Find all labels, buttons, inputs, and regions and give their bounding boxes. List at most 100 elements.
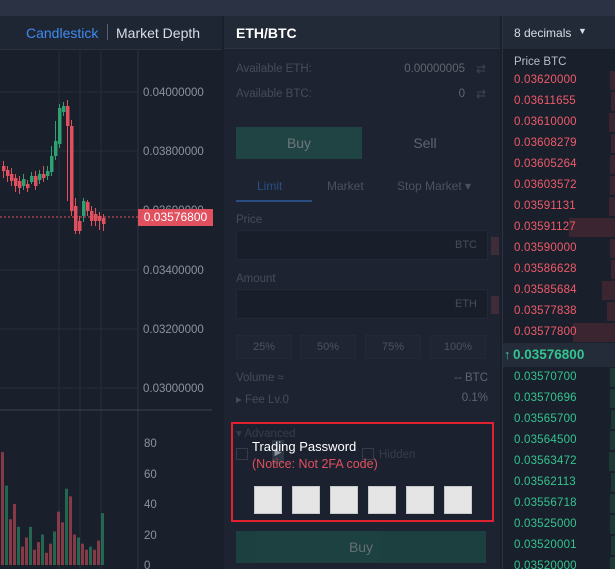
volume-bar — [97, 540, 100, 565]
chart-panel: 0.040000000.038000000.036000000.03400000… — [0, 16, 222, 569]
volume-bar — [13, 504, 16, 565]
candle-body — [66, 106, 70, 126]
depth-bar — [609, 197, 615, 216]
ask-price: 0.03586628 — [514, 263, 577, 275]
ask-row[interactable]: 0.03577838 — [503, 301, 615, 322]
ask-row[interactable]: 0.03591127 — [503, 217, 615, 238]
volume-bar — [61, 522, 64, 565]
order-type-limit[interactable]: Limit — [257, 179, 282, 193]
bid-row[interactable]: 0.03564500 — [503, 430, 615, 451]
depth-bar — [610, 515, 615, 534]
tab-candlestick[interactable]: Candlestick — [26, 25, 98, 41]
bid-row[interactable]: 0.03562113 — [503, 472, 615, 493]
last-price: 0.03576800 — [513, 347, 585, 362]
volume-bar — [41, 534, 44, 565]
bid-row[interactable]: 0.03570696 — [503, 388, 615, 409]
tab-market-depth[interactable]: Market Depth — [116, 25, 200, 41]
depth-bar — [611, 536, 615, 555]
pin-digit-4[interactable] — [368, 486, 396, 514]
pin-digit-6[interactable] — [444, 486, 472, 514]
ask-row[interactable]: 0.03610000 — [503, 112, 615, 133]
percent-25-button[interactable]: 25% — [236, 335, 292, 359]
price-axis-label: 0.03200000 — [143, 324, 204, 336]
order-book: 8 decimals ▼ Price BTC 0.03620000 0.03611… — [502, 16, 615, 569]
amount-input[interactable]: ETH — [236, 289, 499, 319]
bid-row[interactable]: 0.03565700 — [503, 409, 615, 430]
percent-50-button[interactable]: 50% — [300, 335, 356, 359]
candlestick-chart[interactable]: 0.040000000.038000000.036000000.03400000… — [0, 16, 222, 569]
swap-icon[interactable]: ⇄ — [476, 62, 486, 76]
bid-row[interactable]: 0.03520000 — [503, 556, 615, 569]
ask-row[interactable]: 0.03585684 — [503, 280, 615, 301]
ask-row[interactable]: 0.03603572 — [503, 175, 615, 196]
depth-bar — [602, 281, 615, 300]
order-type-market[interactable]: Market — [327, 179, 364, 193]
percent-100-button[interactable]: 100% — [430, 335, 486, 359]
decimals-select[interactable]: 8 decimals — [514, 26, 571, 40]
volume-axis-label: 20 — [144, 530, 157, 542]
volume-bar — [77, 537, 80, 565]
depth-bar — [610, 368, 615, 387]
volume-bar — [73, 534, 76, 565]
ask-row[interactable]: 0.03611655 — [503, 91, 615, 112]
candle-body — [86, 202, 90, 211]
fee-value: 0.1% — [461, 392, 488, 404]
last-price-tag: 0.03576800 — [138, 209, 213, 226]
percent-75-button[interactable]: 75% — [365, 335, 421, 359]
depth-bar — [610, 176, 615, 195]
price-column-header: Price BTC — [514, 56, 567, 68]
candle-body — [38, 174, 42, 180]
depth-bar — [610, 494, 615, 513]
buy-submit-button[interactable]: Buy — [236, 531, 486, 563]
ask-price: 0.03603572 — [514, 179, 577, 191]
ask-price: 0.03591131 — [514, 200, 576, 212]
ask-row[interactable]: 0.03577800 — [503, 322, 615, 343]
candle-body — [22, 179, 26, 186]
candle-body — [14, 178, 18, 186]
depth-bar — [609, 452, 615, 471]
candle-body — [34, 176, 38, 186]
depth-bar — [607, 302, 615, 321]
bid-row[interactable]: 0.03520001 — [503, 535, 615, 556]
bid-row[interactable]: 0.03570700 — [503, 367, 615, 388]
volume-bar — [45, 552, 48, 565]
pin-digit-2[interactable] — [292, 486, 320, 514]
candle-body — [6, 170, 10, 176]
depth-bar — [610, 557, 615, 569]
ask-price: 0.03590000 — [514, 242, 577, 254]
bid-row[interactable]: 0.03556718 — [503, 493, 615, 514]
ask-row[interactable]: 0.03591131 — [503, 196, 615, 217]
order-type-stop-market[interactable]: Stop Market ▾ — [397, 179, 471, 193]
bid-row[interactable]: 0.03563472 — [503, 451, 615, 472]
depth-bar — [610, 431, 615, 450]
buy-tab[interactable]: Buy — [236, 127, 362, 159]
volume-label: Volume ≈ — [236, 372, 284, 384]
bid-price: 0.03520000 — [514, 560, 577, 569]
candle-body — [58, 108, 62, 144]
ask-row[interactable]: 0.03590000 — [503, 238, 615, 259]
candle-body — [78, 221, 82, 231]
amount-label: Amount — [236, 273, 276, 285]
candle-body — [94, 214, 98, 221]
price-input[interactable]: BTC — [236, 230, 499, 260]
pin-digit-3[interactable] — [330, 486, 358, 514]
pin-digit-1[interactable] — [254, 486, 282, 514]
sell-tab[interactable]: Sell — [362, 127, 488, 159]
trade-header: ETH/BTC — [224, 16, 500, 49]
depth-bar — [611, 92, 615, 111]
bid-row[interactable]: 0.03525000 — [503, 514, 615, 535]
ask-row[interactable]: 0.03620000 — [503, 70, 615, 91]
depth-bar — [610, 71, 615, 90]
bid-price: 0.03565700 — [514, 413, 577, 425]
ask-row[interactable]: 0.03608279 — [503, 133, 615, 154]
ask-row[interactable]: 0.03586628 — [503, 259, 615, 280]
volume-axis-label: 80 — [144, 438, 157, 450]
price-axis-label: 0.03400000 — [143, 265, 204, 277]
amount-unit: ETH — [455, 298, 477, 310]
ask-row[interactable]: 0.03605264 — [503, 154, 615, 175]
chevron-down-icon[interactable]: ▼ — [578, 26, 587, 36]
swap-icon[interactable]: ⇄ — [476, 87, 486, 101]
pin-digit-5[interactable] — [406, 486, 434, 514]
fee-label-text: Fee Lv.0 — [244, 394, 289, 406]
depth-bar — [611, 260, 615, 279]
